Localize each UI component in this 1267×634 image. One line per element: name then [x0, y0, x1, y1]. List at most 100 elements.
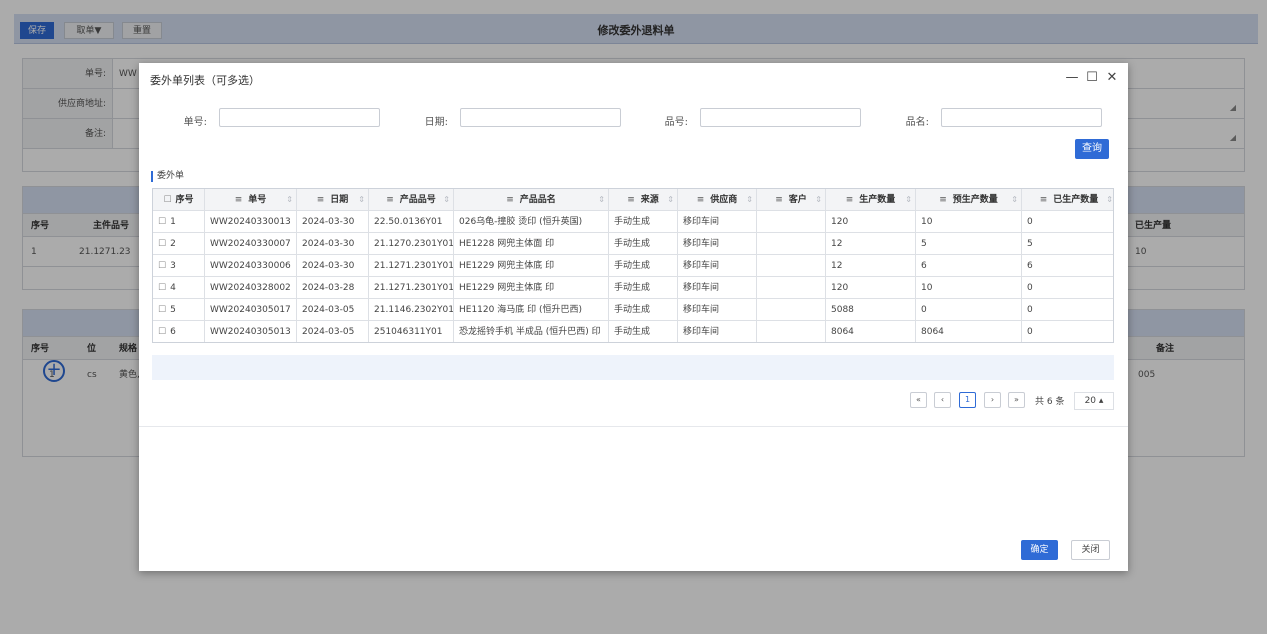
sort-icon[interactable]: ⇕: [1106, 189, 1113, 211]
sort-icon[interactable]: ⇕: [358, 189, 365, 211]
close-icon[interactable]: ✕: [1105, 70, 1119, 85]
product-name-search-input[interactable]: [941, 108, 1102, 127]
cell: ☐ 4: [153, 277, 205, 299]
col-header[interactable]: ≡ 单号 ⇕: [205, 189, 297, 211]
table-row[interactable]: ☐ 1 WW20240330013 2024-03-30 22.50.0136Y01 02…: [153, 211, 1113, 233]
col-header-label: 客户: [788, 195, 807, 205]
grid-header-row: ☐ 序号 ≡ 单号 ⇕ ≡ 日期 ⇕ ≡ 产品品号 ⇕ ≡ 产品品名 ⇕ ≡ 来源 ⇕ ≡ 供应商 ⇕ ≡ 客户 ⇕ ≡ 生产数…: [153, 189, 1113, 211]
close-button[interactable]: 关闭: [1071, 540, 1110, 560]
col-header[interactable]: ≡ 预生产数量 ⇕: [916, 189, 1022, 211]
cell: 手动生成: [609, 277, 678, 299]
row-checkbox[interactable]: ☐: [158, 239, 166, 249]
column-menu-icon[interactable]: ≡: [506, 195, 514, 205]
cell-text: WW20240305017: [210, 305, 291, 315]
minimize-icon[interactable]: —: [1065, 70, 1079, 85]
cell: 10: [916, 277, 1022, 299]
column-menu-icon[interactable]: ≡: [1040, 195, 1048, 205]
cell-text: 8064: [921, 327, 944, 337]
col-header[interactable]: ≡ 产品品号 ⇕: [369, 189, 454, 211]
sort-icon[interactable]: ⇕: [905, 189, 912, 211]
table-row[interactable]: ☐ 5 WW20240305017 2024-03-05 21.1146.2302Y01…: [153, 299, 1113, 321]
page-1-button[interactable]: 1: [959, 392, 976, 408]
prev-page-button[interactable]: ‹: [934, 392, 951, 408]
sort-icon[interactable]: ⇕: [667, 189, 674, 211]
cell-text: 10: [921, 283, 933, 293]
cell-text: HE1229 网兜主体底 印: [459, 261, 555, 271]
col-header-label: 单号: [248, 195, 267, 205]
cell: WW20240330006: [205, 255, 297, 277]
column-menu-icon[interactable]: ≡: [697, 195, 705, 205]
table-row[interactable]: ☐ 4 WW20240328002 2024-03-28 21.1271.2301Y01…: [153, 277, 1113, 299]
col-header-label: 日期: [330, 195, 349, 205]
sort-icon[interactable]: ⇕: [815, 189, 822, 211]
col-header-label: 产品品名: [519, 195, 556, 205]
sort-icon[interactable]: ⇕: [443, 189, 450, 211]
row-checkbox[interactable]: ☐: [158, 327, 166, 337]
col-header[interactable]: ≡ 已生产数量 ⇕: [1022, 189, 1113, 211]
cell: 8064: [916, 321, 1022, 342]
cell-text: 2024-03-05: [302, 327, 355, 337]
column-menu-icon[interactable]: ≡: [846, 195, 854, 205]
confirm-button[interactable]: 确定: [1021, 540, 1058, 560]
cell-text: 4: [170, 283, 176, 293]
last-page-button[interactable]: »: [1008, 392, 1025, 408]
query-button[interactable]: 查询: [1075, 139, 1109, 159]
col-header-label: 序号: [175, 195, 194, 205]
column-menu-icon[interactable]: ≡: [939, 195, 947, 205]
next-page-button[interactable]: ›: [984, 392, 1001, 408]
table-row[interactable]: ☐ 2 WW20240330007 2024-03-30 21.1270.2301Y01…: [153, 233, 1113, 255]
col-header[interactable]: ☐ 序号: [153, 189, 205, 211]
cell-text: 移印车间: [683, 283, 720, 293]
cell: WW20240330013: [205, 211, 297, 233]
cell-text: WW20240330007: [210, 239, 291, 249]
cell: 移印车间: [678, 299, 757, 321]
grid-title: 委外单: [151, 171, 184, 182]
page-size-select[interactable]: 20 ▴: [1074, 392, 1114, 410]
sort-icon[interactable]: ⇕: [286, 189, 293, 211]
col-header[interactable]: ≡ 来源 ⇕: [609, 189, 678, 211]
cell: 21.1271.2301Y01: [369, 255, 454, 277]
col-header[interactable]: ≡ 日期 ⇕: [297, 189, 369, 211]
cell: ☐ 5: [153, 299, 205, 321]
col-header[interactable]: ≡ 产品品名 ⇕: [454, 189, 609, 211]
column-menu-icon[interactable]: ≡: [235, 195, 243, 205]
column-menu-icon[interactable]: ≡: [627, 195, 635, 205]
table-row[interactable]: ☐ 3 WW20240330006 2024-03-30 21.1271.2301Y01…: [153, 255, 1113, 277]
cell-text: 0: [1027, 327, 1033, 337]
cell: 5: [1022, 233, 1113, 255]
cell: 0: [916, 299, 1022, 321]
cell: HE1228 网兜主体面 印: [454, 233, 609, 255]
row-checkbox[interactable]: ☐: [158, 283, 166, 293]
column-menu-icon[interactable]: ≡: [386, 195, 394, 205]
sort-icon[interactable]: ⇕: [1011, 189, 1018, 211]
order-no-search-label: 单号:: [183, 117, 207, 128]
outsourcing-order-dialog: 委外单列表（可多选） — ☐ ✕ 单号: 日期: 品号: 品名: 查询 委外单 …: [139, 63, 1128, 571]
cell-text: 恐龙摇铃手机 半成品 (恒升巴西) 印: [459, 327, 601, 337]
cell: 2024-03-05: [297, 321, 369, 342]
row-checkbox[interactable]: ☐: [158, 217, 166, 227]
table-row[interactable]: ☐ 6 WW20240305013 2024-03-05 251046311Y01 恐龙摇…: [153, 321, 1113, 342]
maximize-icon[interactable]: ☐: [1085, 70, 1099, 85]
cell-text: 120: [831, 283, 849, 293]
row-checkbox[interactable]: ☐: [158, 261, 166, 271]
product-no-search-input[interactable]: [700, 108, 861, 127]
sort-icon[interactable]: ⇕: [598, 189, 605, 211]
cell-text: 6: [170, 327, 176, 337]
date-search-input[interactable]: [460, 108, 621, 127]
col-header[interactable]: ≡ 供应商 ⇕: [678, 189, 757, 211]
col-header-label: 来源: [640, 195, 659, 205]
select-all-checkbox[interactable]: ☐: [163, 195, 171, 205]
col-header[interactable]: ≡ 生产数量 ⇕: [826, 189, 916, 211]
column-menu-icon[interactable]: ≡: [317, 195, 325, 205]
cell-text: 2024-03-30: [302, 217, 355, 227]
order-no-search-input[interactable]: [219, 108, 380, 127]
cell: 5088: [826, 299, 916, 321]
first-page-button[interactable]: «: [910, 392, 927, 408]
row-checkbox[interactable]: ☐: [158, 305, 166, 315]
cell: [757, 255, 826, 277]
cell: ☐ 3: [153, 255, 205, 277]
col-header[interactable]: ≡ 客户 ⇕: [757, 189, 826, 211]
sort-icon[interactable]: ⇕: [746, 189, 753, 211]
column-menu-icon[interactable]: ≡: [775, 195, 783, 205]
cell-text: 1: [170, 217, 176, 227]
